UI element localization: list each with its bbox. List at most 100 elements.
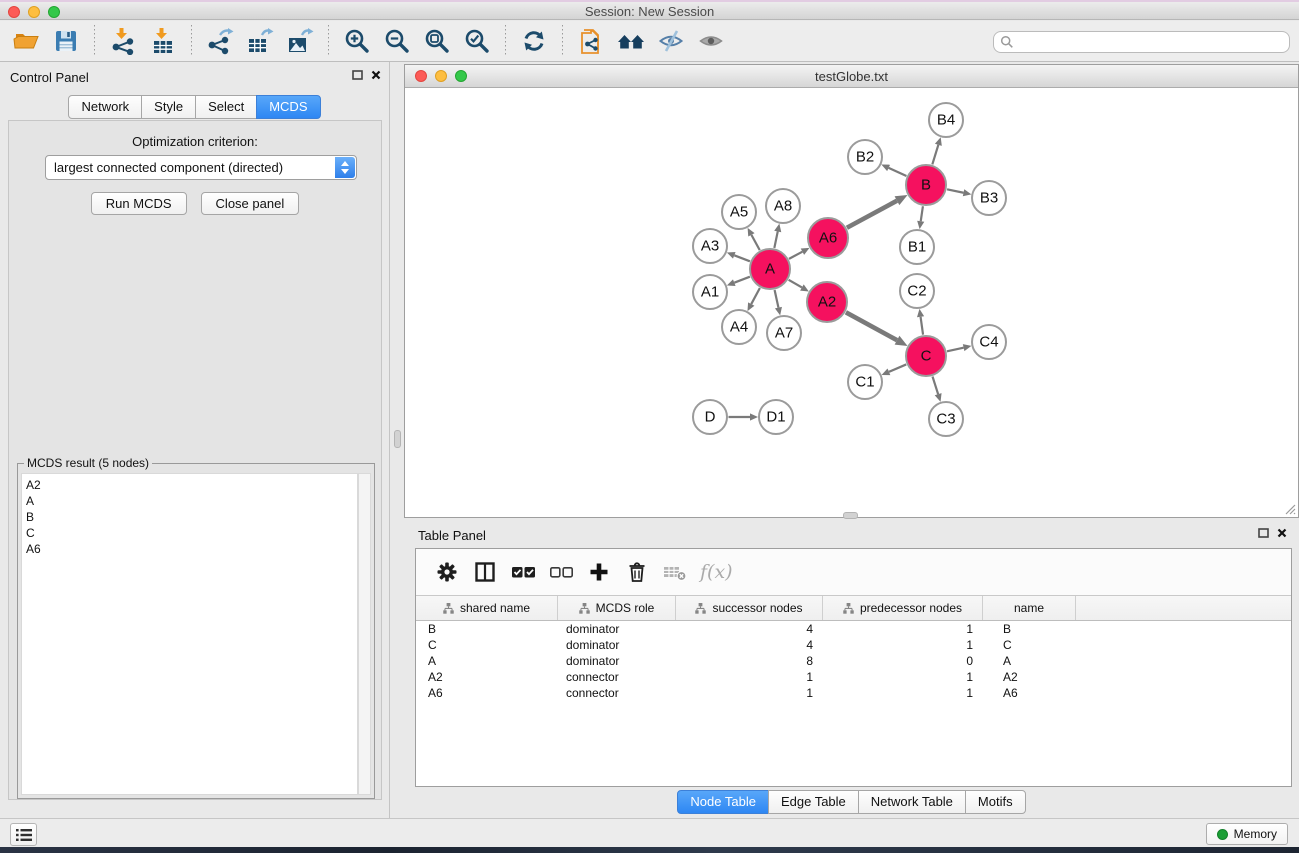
homes-button[interactable] [613, 24, 649, 58]
table-row-C[interactable]: Cdominator41C [416, 637, 1291, 653]
tab-motifs[interactable]: Motifs [965, 790, 1026, 814]
column-header-successor-nodes[interactable]: successor nodes [676, 596, 823, 620]
cell-successor-nodes[interactable]: 8 [676, 653, 823, 669]
result-item[interactable]: A [26, 493, 357, 509]
cell-name[interactable]: A [983, 653, 1076, 669]
tab-network[interactable]: Network [68, 95, 142, 119]
task-history-button[interactable] [10, 823, 37, 846]
zoom-out-button[interactable] [379, 24, 415, 58]
document-network-button[interactable] [573, 24, 609, 58]
edge-B-B2[interactable] [881, 165, 906, 177]
save-session-button[interactable] [48, 24, 84, 58]
cell-name[interactable]: B [983, 621, 1076, 637]
horizontal-divider-handle[interactable] [843, 512, 858, 519]
cell-shared-name[interactable]: A6 [416, 685, 558, 701]
import-network-button[interactable] [105, 24, 141, 58]
tab-node-table[interactable]: Node Table [677, 790, 769, 814]
edge-C-C3[interactable] [933, 376, 942, 401]
create-column-button[interactable] [582, 555, 616, 589]
cell-shared-name[interactable]: C [416, 637, 558, 653]
close-panel-icon[interactable] [371, 70, 381, 80]
edge-B-B4[interactable] [932, 137, 941, 164]
node-A8[interactable]: A8 [766, 189, 800, 223]
cell-mcds-role[interactable]: dominator [558, 637, 676, 653]
cell-mcds-role[interactable]: dominator [558, 653, 676, 669]
node-C3[interactable]: C3 [929, 402, 963, 436]
cell-mcds-role[interactable]: connector [558, 685, 676, 701]
cell-shared-name[interactable]: A [416, 653, 558, 669]
node-B1[interactable]: B1 [900, 230, 934, 264]
float-panel-icon[interactable] [1258, 528, 1269, 538]
column-header-name[interactable]: name [983, 596, 1076, 620]
column-header-mcds-role[interactable]: MCDS role [558, 596, 676, 620]
node-C4[interactable]: C4 [972, 325, 1006, 359]
result-item[interactable]: A2 [26, 477, 357, 493]
network-canvas[interactable]: B4B2BB3A8A5A6A3B1AA1C2A2A4A7C4CC1C3DD1 [405, 88, 1298, 517]
edge-A-A5[interactable] [748, 228, 760, 250]
network-window-titlebar[interactable]: testGlobe.txt [405, 65, 1298, 88]
node-C1[interactable]: C1 [848, 365, 882, 399]
edge-C-C4[interactable] [947, 344, 971, 351]
node-B[interactable]: B [906, 165, 946, 205]
result-item[interactable]: C [26, 525, 357, 541]
cell-name[interactable]: A2 [983, 669, 1076, 685]
cell-successor-nodes[interactable]: 4 [676, 637, 823, 653]
hide-panel-button[interactable] [653, 24, 689, 58]
cell-predecessor-nodes[interactable]: 1 [823, 621, 983, 637]
select-all-columns-button[interactable] [506, 555, 540, 589]
node-C[interactable]: C [906, 336, 946, 376]
node-A7[interactable]: A7 [767, 316, 801, 350]
vertical-split-divider[interactable] [391, 62, 404, 818]
edge-A-A2[interactable] [789, 280, 809, 292]
table-options-button[interactable] [430, 555, 464, 589]
zoom-in-button[interactable] [339, 24, 375, 58]
table-row-A[interactable]: Adominator80A [416, 653, 1291, 669]
result-item[interactable]: A6 [26, 541, 357, 557]
open-session-button[interactable] [8, 24, 44, 58]
edge-A-A1[interactable] [727, 277, 750, 286]
cell-mcds-role[interactable]: connector [558, 669, 676, 685]
zoom-selected-button[interactable] [459, 24, 495, 58]
edge-B-B1[interactable] [917, 206, 924, 229]
edge-C-C1[interactable] [882, 364, 907, 375]
refresh-button[interactable] [516, 24, 552, 58]
node-A1[interactable]: A1 [693, 275, 727, 309]
cell-shared-name[interactable]: B [416, 621, 558, 637]
zoom-fit-button[interactable] [419, 24, 455, 58]
node-D1[interactable]: D1 [759, 400, 793, 434]
vertical-divider-handle[interactable] [394, 430, 401, 448]
criterion-select[interactable]: largest connected component (directed) [45, 155, 357, 180]
cell-successor-nodes[interactable]: 1 [676, 685, 823, 701]
node-B3[interactable]: B3 [972, 181, 1006, 215]
edge-A6-B[interactable] [847, 195, 908, 228]
edge-C-C2[interactable] [917, 309, 924, 335]
node-A6[interactable]: A6 [808, 218, 848, 258]
cell-successor-nodes[interactable]: 1 [676, 669, 823, 685]
node-C2[interactable]: C2 [900, 274, 934, 308]
resize-grip-icon[interactable] [1284, 503, 1296, 515]
edge-A-A7[interactable] [775, 290, 782, 315]
cell-predecessor-nodes[interactable]: 1 [823, 637, 983, 653]
result-item[interactable]: B [26, 509, 357, 525]
node-B4[interactable]: B4 [929, 103, 963, 137]
edge-A-A3[interactable] [727, 252, 750, 261]
export-image-button[interactable] [282, 24, 318, 58]
column-header-predecessor-nodes[interactable]: predecessor nodes [823, 596, 983, 620]
tab-network-table[interactable]: Network Table [858, 790, 966, 814]
tab-select[interactable]: Select [195, 95, 257, 119]
node-A4[interactable]: A4 [722, 310, 756, 344]
export-table-button[interactable] [242, 24, 278, 58]
tab-style[interactable]: Style [141, 95, 196, 119]
edge-A-A4[interactable] [747, 288, 759, 311]
close-panel-icon[interactable] [1277, 528, 1287, 538]
cell-predecessor-nodes[interactable]: 1 [823, 685, 983, 701]
deselect-all-columns-button[interactable] [544, 555, 578, 589]
import-table-button[interactable] [145, 24, 181, 58]
table-row-A2[interactable]: A2connector11A2 [416, 669, 1291, 685]
node-A2[interactable]: A2 [807, 282, 847, 322]
tab-edge-table[interactable]: Edge Table [768, 790, 859, 814]
node-A[interactable]: A [750, 249, 790, 289]
edge-A-A6[interactable] [789, 248, 810, 259]
cell-name[interactable]: A6 [983, 685, 1076, 701]
cell-predecessor-nodes[interactable]: 1 [823, 669, 983, 685]
